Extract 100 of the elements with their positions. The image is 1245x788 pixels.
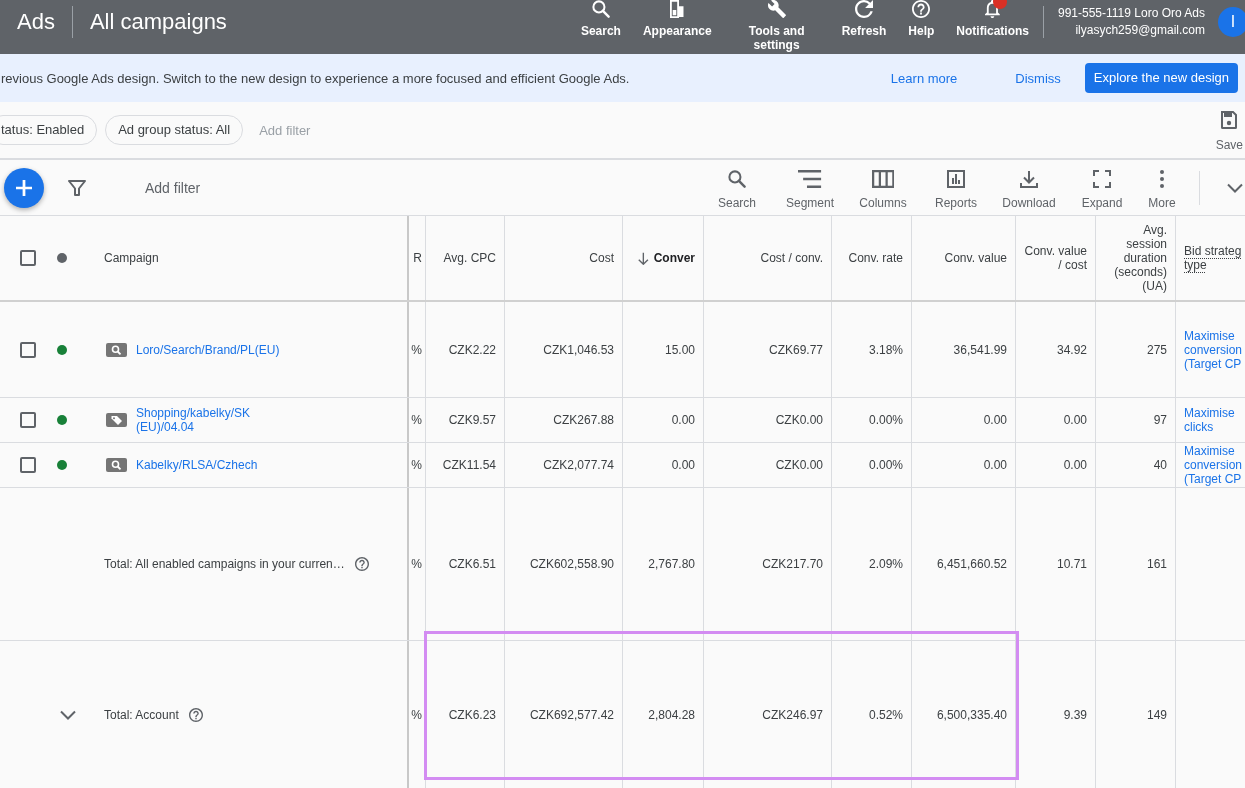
- metric-value: 0.00: [1063, 458, 1087, 472]
- metric-value: 0.52%: [868, 707, 903, 722]
- search-button[interactable]: Search: [700, 170, 774, 210]
- column-header[interactable]: Conv. value: [944, 251, 1007, 265]
- metric-value: CZK602,558.90: [529, 557, 614, 571]
- metric-value: CZK692,577.42: [529, 707, 614, 722]
- magnifier-tile-icon: [106, 458, 127, 472]
- filter-icon[interactable]: [68, 179, 86, 196]
- column-header[interactable]: Conv. value / cost: [1022, 244, 1087, 272]
- magnifier-tile-icon: [106, 342, 127, 357]
- search-icon: [728, 170, 746, 188]
- help-icon[interactable]: [354, 557, 369, 571]
- bid-strategy-link[interactable]: Maximise conversion (Target CP: [1184, 328, 1245, 371]
- campaign-link[interactable]: Loro/Search/Brand/PL(EU): [136, 342, 280, 357]
- metric-value: CZK69.77: [768, 342, 823, 357]
- row-checkbox[interactable]: [20, 341, 36, 358]
- metric-value: 149: [1146, 707, 1167, 722]
- bar-chart-icon: [947, 170, 965, 188]
- more-button[interactable]: More: [1138, 170, 1186, 210]
- select-all-checkbox[interactable]: [20, 250, 36, 266]
- metric-value: %: [411, 458, 422, 472]
- explore-button[interactable]: Explore the new design: [1084, 63, 1238, 93]
- reports-button[interactable]: Reports: [919, 170, 993, 210]
- banner-link[interactable]: Dismiss: [1015, 70, 1061, 86]
- metric-value: 40: [1153, 458, 1167, 472]
- column-header[interactable]: Avg. session duration (seconds) (UA): [1102, 223, 1167, 293]
- metric-value: CZK1,046.53: [543, 342, 614, 357]
- metric-value: 0.00: [1063, 413, 1087, 427]
- avatar-button[interactable]: I: [1218, 7, 1245, 37]
- metric-value: %: [411, 413, 422, 427]
- metric-value: %: [411, 707, 422, 722]
- add-filter-link[interactable]: Add filter: [145, 179, 201, 196]
- add-button[interactable]: [4, 167, 44, 208]
- column-header[interactable]: Cost: [589, 251, 614, 265]
- column-header[interactable]: Conver: [653, 251, 695, 265]
- refresh-button[interactable]: Refresh: [841, 0, 887, 38]
- metric-value: CZK11.54: [442, 458, 496, 472]
- account-name: 991-555-1119 Loro Oro Ads: [1058, 4, 1205, 22]
- campaign-link[interactable]: Shopping/kabelky/SK (EU)/04.04: [136, 406, 296, 434]
- metric-value: CZK9.57: [448, 413, 496, 427]
- metric-value: 9.39: [1063, 707, 1087, 722]
- plus-icon: [16, 179, 32, 196]
- download-button[interactable]: Download: [992, 170, 1066, 210]
- appearance-button[interactable]: Appearance: [642, 0, 712, 38]
- column-header[interactable]: R: [413, 251, 422, 265]
- bid-strategy-link[interactable]: Maximise clicks: [1184, 406, 1245, 434]
- row-checkbox[interactable]: [20, 457, 36, 473]
- metric-value: 275: [1146, 342, 1167, 357]
- column-header[interactable]: Conv. rate: [848, 251, 903, 265]
- metric-value: CZK0.00: [775, 413, 823, 427]
- banner-message: revious Google Ads design. Switch to the new design to experience a more focused and efficient Google Ads.: [0, 70, 631, 86]
- metric-value: CZK6.51: [448, 557, 496, 571]
- metric-value: 10.71: [1056, 557, 1087, 571]
- metric-value: CZK246.97: [762, 707, 823, 722]
- total-label: Total: Account: [104, 707, 179, 722]
- column-header[interactable]: Campaign: [104, 251, 159, 265]
- metric-value: 0.00%: [868, 413, 903, 427]
- save-icon: [1220, 111, 1239, 129]
- chevron-down-icon[interactable]: [1227, 182, 1243, 193]
- account-email: ilyasych259@gmail.com: [1074, 21, 1205, 39]
- segment-button[interactable]: Segment: [773, 170, 847, 210]
- metric-value: 0.00%: [868, 458, 903, 472]
- metric-value: 0.00: [983, 413, 1007, 427]
- help-button[interactable]: Help: [908, 0, 935, 38]
- metric-value: 6,500,335.40: [936, 707, 1007, 722]
- help-icon[interactable]: [188, 707, 203, 722]
- banner-link[interactable]: Learn more: [890, 70, 958, 86]
- metric-value: %: [411, 557, 422, 571]
- metric-value: CZK6.23: [448, 707, 496, 722]
- bid-strategy-link[interactable]: Maximise conversion (Target CP: [1184, 444, 1245, 486]
- save-button[interactable]: Save: [1215, 111, 1243, 152]
- metric-value: 34.92: [1056, 342, 1087, 357]
- column-header[interactable]: Avg. CPC: [443, 251, 496, 265]
- column-header[interactable]: Cost / conv.: [760, 251, 823, 265]
- columns-button[interactable]: Columns: [846, 170, 920, 210]
- search-icon: [591, 0, 610, 18]
- metric-value: 15.00: [664, 342, 695, 357]
- metric-value: 97: [1153, 413, 1167, 427]
- fullscreen-icon: [1093, 170, 1111, 188]
- product-name: Ads: [17, 8, 55, 36]
- more-icon: [1160, 170, 1164, 188]
- notifications-button[interactable]: Notifications: [956, 0, 1029, 38]
- metric-value: 6,451,660.52: [936, 557, 1007, 571]
- panel-icon: [670, 0, 685, 18]
- metric-value: CZK217.70: [762, 557, 823, 571]
- page-title: All campaigns: [89, 8, 227, 36]
- column-header[interactable]: Bid strateg type: [1184, 244, 1245, 272]
- search-button[interactable]: Search: [580, 0, 621, 38]
- row-checkbox[interactable]: [20, 412, 36, 428]
- metric-value: 2.09%: [868, 557, 903, 571]
- expand-button[interactable]: Expand: [1065, 170, 1139, 210]
- metric-value: %: [411, 342, 422, 357]
- metric-value: 36,541.99: [953, 342, 1007, 357]
- metric-value: CZK267.88: [553, 413, 614, 427]
- metric-value: CZK2,077.74: [543, 458, 614, 472]
- chevron-down-icon[interactable]: [60, 709, 76, 720]
- tools-button[interactable]: Tools and settings: [733, 0, 820, 52]
- campaign-link[interactable]: Kabelky/RLSA/Czhech: [136, 458, 258, 472]
- help-icon: [912, 0, 931, 18]
- wrench-icon: [767, 0, 786, 18]
